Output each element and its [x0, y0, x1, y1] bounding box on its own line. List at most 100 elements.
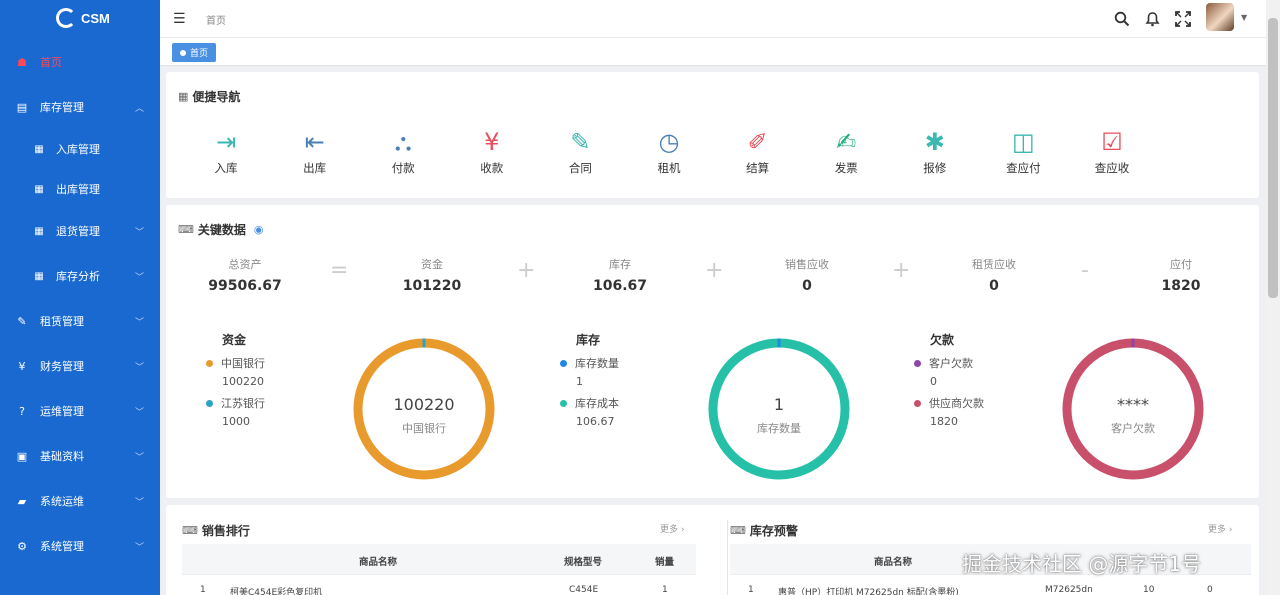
tab-home[interactable]: 首页 — [172, 43, 217, 62]
sidebar-item-returns[interactable]: ▦ 退货管理 ﹀ — [0, 213, 160, 249]
table-row[interactable]: 1 柯美C454E彩色复印机 C454E 1 — [182, 575, 696, 595]
sales-more-link[interactable]: 更多 › — [660, 522, 684, 535]
quick-nav-contract[interactable]: ✎ 合同 — [550, 126, 610, 176]
metric: 应付 1820 — [1126, 256, 1236, 294]
logo-icon — [56, 8, 76, 28]
panel-title: 库存 — [576, 333, 601, 347]
quick-nav-export[interactable]: ⇤ 出库 — [285, 126, 345, 176]
quick-nav-settle[interactable]: ✐ 结算 — [728, 126, 788, 176]
donut-center-label: 库存数量 — [757, 422, 801, 435]
sidebar-item-home[interactable]: ☗ 首页 — [0, 44, 160, 80]
metric: 资金 101220 — [377, 256, 487, 294]
legend-item[interactable]: 库存数量 — [560, 355, 619, 371]
stock-alert-title: ⌨ 库存预警 — [730, 522, 798, 539]
gear-icon: ⚙ — [17, 539, 27, 553]
sidebar-item-label: 首页 — [40, 56, 62, 69]
sidebar-item-system-ops[interactable]: ▰ 系统运维 ﹀ — [0, 483, 160, 519]
metric-value: 99506.67 — [208, 278, 282, 294]
sidebar-item-stock-in[interactable]: ▦ 入库管理 — [0, 131, 160, 167]
caret-down-icon[interactable]: ▼ — [1241, 13, 1247, 22]
row-alert: 0 — [1207, 585, 1213, 595]
sidebar-item-stock-analysis[interactable]: ▦ 库存分析 ﹀ — [0, 258, 160, 294]
metric: 库存 106.67 — [565, 256, 675, 294]
metric-value: 0 — [989, 278, 999, 294]
legend-value: 1820 — [930, 415, 958, 428]
bell-icon[interactable] — [1145, 11, 1160, 27]
legend-value: 1000 — [222, 415, 250, 428]
watermark: 掘金技术社区 @源字节1号 — [962, 552, 1202, 576]
flow-icon: ⛬ — [394, 128, 412, 156]
sidebar-item-label: 租赁管理 — [40, 315, 84, 328]
search-icon[interactable] — [1114, 11, 1130, 27]
quick-nav-bug[interactable]: ✱ 报修 — [905, 126, 965, 176]
breadcrumb[interactable]: 首页 — [206, 12, 226, 27]
operator: + — [892, 258, 911, 283]
donut-center-value: **** — [1117, 395, 1149, 414]
legend-label: 客户欠款 — [929, 357, 973, 370]
document-icon: ▣ — [16, 449, 28, 463]
brand-logo[interactable]: CSM — [56, 8, 110, 28]
home-icon: ☗ — [17, 55, 27, 69]
sidebar-item-label: 系统管理 — [40, 540, 84, 553]
eye-icon[interactable]: ◉ — [254, 223, 264, 236]
legend-value: 0 — [930, 375, 937, 388]
question-icon: ? — [19, 404, 25, 418]
invoice-icon: ✍ — [836, 128, 857, 156]
metric: 总资产 99506.67 — [190, 256, 300, 294]
sidebar-item-label: 入库管理 — [56, 143, 100, 156]
tab-bar: 首页 — [160, 38, 1266, 66]
metric: 销售应收 0 — [752, 256, 862, 294]
row-model: M72625dn — [1045, 585, 1093, 595]
quick-nav-monitor[interactable]: ◫ 查应付 — [993, 126, 1053, 176]
legend-label: 库存成本 — [575, 397, 619, 410]
sidebar-item-stock-out[interactable]: ▦ 出库管理 — [0, 171, 160, 207]
receivable-icon: ☑ — [1101, 128, 1123, 156]
quick-nav-import[interactable]: ⇥ 入库 — [196, 126, 256, 176]
chevron-down-icon: ﹀ — [134, 452, 144, 463]
sidebar-item-finance[interactable]: ¥ 财务管理 ﹀ — [0, 348, 160, 384]
legend-label: 江苏银行 — [221, 397, 265, 410]
sidebar-item-rental[interactable]: ✎ 租赁管理 ﹀ — [0, 303, 160, 339]
stock-more-link[interactable]: 更多 › — [1208, 522, 1232, 535]
quick-nav-receivable[interactable]: ☑ 查应收 — [1082, 126, 1142, 176]
legend-value: 106.67 — [576, 415, 615, 428]
column-header: 销量 — [655, 557, 675, 568]
page-scrollbar[interactable] — [1266, 0, 1280, 595]
table-row[interactable]: 1 惠普（HP）打印机 M72625dn 标配(含墨粉) M72625dn 10… — [730, 575, 1251, 595]
legend-item[interactable]: 中国银行 — [206, 355, 265, 371]
scrollbar-thumb[interactable] — [1268, 18, 1278, 298]
sidebar-item-label: 库存管理 — [40, 101, 84, 114]
legend-item[interactable]: 客户欠款 — [914, 355, 973, 371]
fullscreen-icon[interactable] — [1175, 11, 1191, 27]
chat-icon: ⌨ — [178, 223, 194, 236]
row-index: 1 — [200, 585, 206, 595]
quick-nav-invoice[interactable]: ✍ 发票 — [816, 126, 876, 176]
chevron-down-icon: ﹀ — [134, 497, 144, 508]
row-model: C454E — [569, 585, 599, 595]
sidebar-item-inventory[interactable]: ▤ 库存管理 ︿ — [0, 89, 160, 125]
sidebar-item-system-admin[interactable]: ⚙ 系统管理 ﹀ — [0, 528, 160, 564]
legend-dot-icon — [914, 360, 921, 367]
quick-nav-label: 出库 — [303, 161, 327, 175]
sidebar-item-basic-data[interactable]: ▣ 基础资料 ﹀ — [0, 438, 160, 474]
chevron-down-icon: ﹀ — [134, 227, 144, 238]
chevron-up-icon: ︿ — [134, 103, 144, 114]
column-header: 规格型号 — [564, 557, 603, 568]
metric: 租赁应收 0 — [939, 256, 1049, 294]
legend-item[interactable]: 库存成本 — [560, 395, 619, 411]
legend-item[interactable]: 江苏银行 — [206, 395, 265, 411]
donut-center: 100220 中国银行 — [352, 395, 496, 436]
legend-value: 100220 — [222, 375, 264, 388]
menu-toggle-icon[interactable]: ☰ — [173, 11, 186, 27]
quick-nav-yen[interactable]: ¥ 收款 — [462, 126, 522, 176]
brand-name: CSM — [81, 10, 110, 26]
panel-title: 欠款 — [930, 333, 955, 347]
legend-item[interactable]: 供应商欠款 — [914, 395, 984, 411]
operator: = — [330, 258, 349, 283]
avatar[interactable] — [1206, 3, 1234, 31]
quick-nav-rental[interactable]: ◷ 租机 — [639, 126, 699, 176]
quick-nav-flow[interactable]: ⛬ 付款 — [373, 126, 433, 176]
sidebar-item-label: 财务管理 — [40, 360, 84, 373]
sidebar-item-operations[interactable]: ? 运维管理 ﹀ — [0, 393, 160, 429]
sidebar-item-label: 出库管理 — [56, 183, 100, 196]
